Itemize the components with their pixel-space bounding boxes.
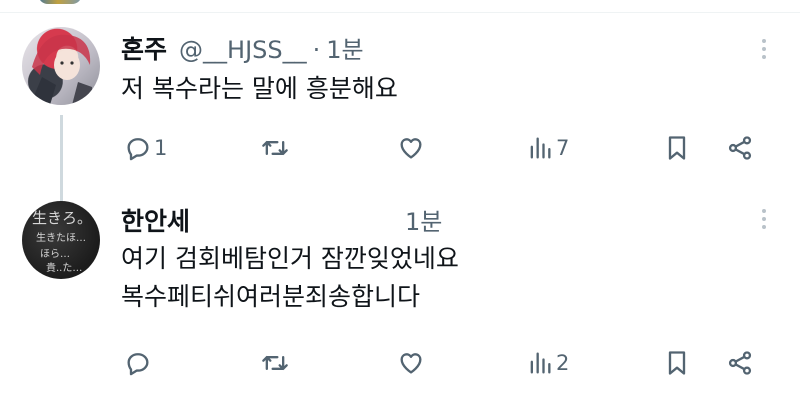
tweet-header: 혼주 @__HJSS__ · 1분 (121, 30, 364, 64)
tweet-text-line: 여기 검회베탐인거 잠깐잊었네요 (121, 244, 459, 273)
tweet-text: 여기 검회베탐인거 잠깐잊었네요 복수페티쉬여러분죄송합니다 (121, 240, 459, 316)
share-icon (728, 136, 752, 160)
action-bar: 2 (0, 345, 800, 381)
like-button[interactable] (397, 345, 427, 381)
views-count: 2 (556, 351, 570, 375)
views-button[interactable]: 2 (526, 345, 569, 381)
views-icon (530, 352, 551, 374)
tweet-text-line: 저 복수라는 말에 흥분해요 (121, 74, 398, 103)
retweet-icon (262, 141, 288, 155)
avatar-text: 生きろ。 (32, 209, 93, 227)
tweet-text-line: 복수페티쉬여러분죄송합니다 (121, 282, 421, 311)
tweet[interactable]: 生きろ。 生きたほ… ほら… 貴..た… 한안세 1분 여기 검회베탐인거 잠깐… (0, 193, 800, 410)
reply-count: 1 (154, 136, 168, 160)
display-name[interactable]: 한안세 (121, 202, 190, 238)
retweet-button[interactable] (261, 130, 291, 166)
reply-icon (127, 353, 149, 376)
reply-button[interactable]: 1 (124, 130, 167, 166)
bookmark-icon (668, 136, 686, 160)
timestamp[interactable]: 1분 (405, 202, 442, 237)
avatar-illustration (30, 34, 94, 105)
more-icon[interactable] (760, 39, 768, 59)
share-button[interactable] (726, 130, 754, 166)
avatar-text: 生きたほ… (36, 233, 86, 244)
retweet-icon (262, 356, 288, 370)
reply-icon (127, 138, 149, 161)
retweet-button[interactable] (261, 345, 291, 381)
views-count: 7 (556, 136, 570, 160)
bookmark-icon (668, 351, 686, 375)
avatar[interactable] (22, 27, 100, 105)
bookmark-button[interactable] (663, 130, 691, 166)
avatar-text: 貴..た… (46, 263, 83, 274)
bookmark-button[interactable] (663, 345, 691, 381)
reply-button[interactable] (124, 345, 154, 381)
timestamp[interactable]: 1분 (326, 30, 363, 65)
display-name[interactable]: 혼주 (121, 30, 167, 66)
previous-avatar[interactable] (38, 0, 82, 4)
views-icon (530, 137, 551, 159)
heart-icon (400, 353, 422, 374)
share-icon (728, 351, 752, 375)
handle[interactable]: @__HJSS__ (179, 36, 307, 64)
views-button[interactable]: 7 (526, 130, 569, 166)
heart-icon (400, 138, 422, 159)
separator: · (312, 36, 321, 64)
more-icon[interactable] (760, 209, 768, 229)
tweet-text: 저 복수라는 말에 흥분해요 (121, 70, 398, 108)
action-bar: 1 7 (0, 130, 800, 166)
tweet-header: 한안세 1분 (121, 202, 442, 236)
share-button[interactable] (726, 345, 754, 381)
avatar[interactable]: 生きろ。 生きたほ… ほら… 貴..た… (22, 201, 100, 279)
tweet[interactable]: 혼주 @__HJSS__ · 1분 저 복수라는 말에 흥분해요 1 7 (0, 13, 800, 208)
avatar-text: ほら… (40, 249, 70, 260)
like-button[interactable] (397, 130, 427, 166)
